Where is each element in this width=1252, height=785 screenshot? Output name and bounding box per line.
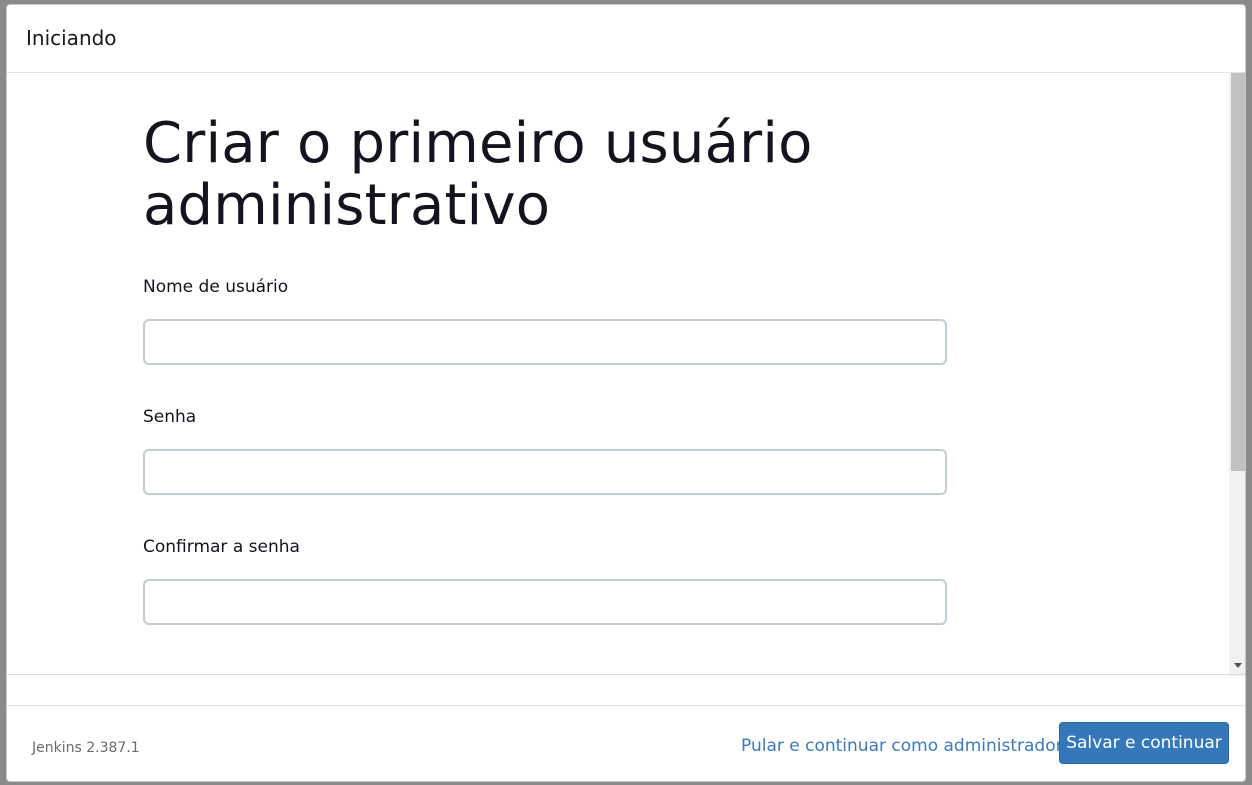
- vertical-scrollbar[interactable]: [1229, 73, 1245, 676]
- version-label: Jenkins 2.387.1: [32, 740, 140, 756]
- body-footer-divider: [7, 674, 1245, 675]
- dialog-header: Iniciando: [7, 5, 1245, 73]
- dialog-footer: Jenkins 2.387.1 Pular e continuar como a…: [7, 705, 1245, 781]
- setup-dialog: Iniciando Criar o primeiro usuário admin…: [6, 4, 1246, 782]
- save-and-continue-button[interactable]: Salvar e continuar: [1059, 722, 1229, 764]
- password-label: Senha: [143, 407, 197, 427]
- dialog-title: Iniciando: [26, 26, 117, 50]
- skip-and-continue-as-admin-link[interactable]: Pular e continuar como administrador: [741, 736, 1063, 756]
- password-input[interactable]: [143, 449, 947, 495]
- dialog-body: Criar o primeiro usuário administrativo …: [7, 73, 1245, 676]
- username-label: Nome de usuário: [143, 277, 289, 297]
- scroll-down-arrow-icon[interactable]: [1234, 663, 1242, 668]
- confirm-password-label: Confirmar a senha: [143, 537, 300, 557]
- confirm-password-input[interactable]: [143, 579, 947, 625]
- page-title: Criar o primeiro usuário administrativo: [143, 111, 813, 238]
- create-admin-form: Criar o primeiro usuário administrativo …: [143, 111, 963, 625]
- username-input[interactable]: [143, 319, 947, 365]
- scrollbar-thumb[interactable]: [1231, 73, 1245, 471]
